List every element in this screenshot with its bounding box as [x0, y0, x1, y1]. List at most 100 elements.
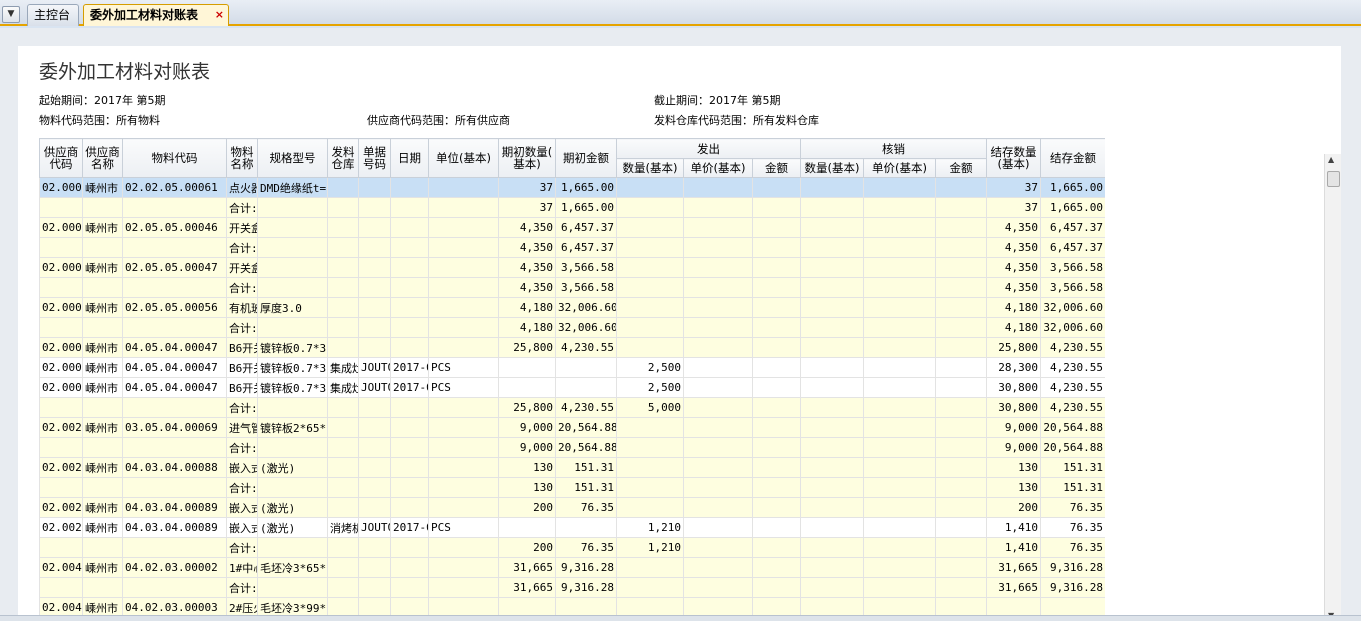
table-row[interactable]: 02.0004嵊州市02.02.05.00061点火器DMD绝缘纸t=371,6… — [39, 177, 1105, 198]
table-cell — [257, 197, 328, 218]
table-cell — [616, 497, 684, 518]
col-bill-no[interactable]: 单据 号码 — [358, 138, 391, 178]
col-writeoff-amt[interactable]: 金额 — [935, 158, 987, 178]
vertical-scrollbar[interactable]: ▲ ▼ — [1324, 154, 1341, 621]
table-cell: 37 — [498, 177, 556, 198]
table-cell — [616, 197, 684, 218]
table-cell — [327, 197, 359, 218]
table-cell — [935, 237, 987, 258]
table-cell: 200 — [986, 497, 1041, 518]
table-cell — [39, 577, 83, 598]
table-row[interactable]: 合计: 130 151.31 130 151.31 — [39, 477, 1105, 498]
table-cell — [122, 197, 227, 218]
table-row[interactable]: 02.0006嵊州市04.05.04.00047B6开关镀锌板0.7*3集成灶J… — [39, 357, 1105, 378]
table-cell: 02.0006 — [39, 357, 83, 378]
col-issue-qty[interactable]: 数量(基本) — [616, 158, 684, 178]
table-cell — [683, 537, 753, 558]
table-row[interactable]: 02.0045嵊州市04.02.03.000021#中心毛坯冷3*65* 31,6… — [39, 557, 1105, 578]
table-cell: 151.31 — [555, 457, 617, 478]
table-cell — [616, 417, 684, 438]
table-row[interactable]: 02.0028嵊州市04.03.04.00089嵌入式(激光)20076.352… — [39, 497, 1105, 518]
table-cell — [327, 497, 359, 518]
table-cell — [800, 397, 864, 418]
table-row[interactable]: 合计: 200 76.35 1,210 1,410 76.35 — [39, 537, 1105, 558]
tab-label: 委外加工材料对账表 — [90, 8, 199, 22]
table-cell — [752, 337, 801, 358]
table-row[interactable]: 02.0006嵊州市02.05.05.00056有机玻厚度3.04,18032,… — [39, 297, 1105, 318]
table-row[interactable]: 02.0006嵊州市04.05.04.00047B6开关镀锌板0.7*3集成灶J… — [39, 377, 1105, 398]
table-cell — [358, 217, 391, 238]
table-cell — [800, 557, 864, 578]
table-cell: 3,566.58 — [555, 277, 617, 298]
table-cell: 镀锌板0.7*3 — [257, 377, 328, 398]
col-end-amt[interactable]: 结存金额 — [1040, 138, 1105, 178]
table-row[interactable]: 合计: 4,180 32,006.60 4,180 32,006.60 — [39, 317, 1105, 338]
table-row[interactable]: 02.0028嵊州市03.05.04.00069进气管镀锌板2*65* 9,000… — [39, 417, 1105, 438]
table-cell: 02.0028 — [39, 457, 83, 478]
col-issue-amt[interactable]: 金额 — [752, 158, 801, 178]
table-cell — [39, 477, 83, 498]
report-grid[interactable]: 供应商 代码 供应商 名称 物料代码 物料 名称 规格型号 发料 仓库 单据 号码 日期 … — [39, 138, 1105, 621]
table-cell — [863, 377, 936, 398]
table-cell: 嵌入式 — [226, 497, 258, 518]
col-spec[interactable]: 规格型号 — [257, 138, 328, 178]
col-issue-price[interactable]: 单价(基本) — [683, 158, 753, 178]
table-row[interactable]: 02.0006嵊州市04.05.04.00047B6开关镀锌板0.7*3 25,8… — [39, 337, 1105, 358]
col-material-code[interactable]: 物料代码 — [122, 138, 227, 178]
table-cell — [327, 397, 359, 418]
close-icon[interactable]: × — [215, 5, 224, 25]
table-cell — [616, 217, 684, 238]
table-cell: 31,665 — [986, 557, 1041, 578]
table-cell — [390, 257, 429, 278]
table-cell: PCS — [428, 517, 499, 538]
table-cell: 1,665.00 — [555, 197, 617, 218]
table-row[interactable]: 合计: 37 1,665.00 37 1,665.00 — [39, 197, 1105, 218]
col-supplier-code[interactable]: 供应商 代码 — [39, 138, 83, 178]
col-material-name[interactable]: 物料 名称 — [226, 138, 258, 178]
table-row[interactable]: 合计: 25,800 4,230.55 5,000 30,800 4,230.55 — [39, 397, 1105, 418]
table-cell — [390, 177, 429, 198]
table-row[interactable]: 合计: 31,665 9,316.28 31,665 9,316.28 — [39, 577, 1105, 598]
col-warehouse[interactable]: 发料 仓库 — [327, 138, 359, 178]
tab-list-dropdown-icon[interactable]: ▼ — [2, 6, 20, 23]
table-cell — [752, 357, 801, 378]
table-cell: 02.0006 — [39, 297, 83, 318]
table-cell: 2017-0 — [390, 357, 429, 378]
tab-outsourcing-report[interactable]: 委外加工材料对账表 × — [83, 4, 229, 26]
col-open-amt[interactable]: 期初金额 — [555, 138, 617, 178]
table-row[interactable]: 合计: 4,350 3,566.58 4,350 3,566.58 — [39, 277, 1105, 298]
tab-console[interactable]: 主控台 — [27, 4, 79, 26]
table-cell — [863, 437, 936, 458]
scrollbar-thumb[interactable] — [1327, 171, 1340, 187]
table-cell — [82, 397, 123, 418]
scroll-up-icon[interactable]: ▲ — [1328, 155, 1334, 164]
col-end-qty[interactable]: 结存数量 (基本) — [986, 138, 1041, 178]
supplier-range: 供应商代码范围：所有供应商 — [367, 114, 510, 127]
table-cell: JOUT0 — [358, 357, 391, 378]
content-panel: 委外加工材料对账表 起始期间：2017年 第5期 截止期间：2017年 第5期 … — [0, 28, 1361, 621]
table-row[interactable]: 02.0028嵊州市04.03.04.00088嵌入式(激光)130151.31… — [39, 457, 1105, 478]
col-unit[interactable]: 单位(基本) — [428, 138, 499, 178]
table-row[interactable]: 合计: 9,000 20,564.88 9,000 20,564.88 — [39, 437, 1105, 458]
col-open-qty[interactable]: 期初数量(基本) — [498, 138, 556, 178]
col-date[interactable]: 日期 — [390, 138, 429, 178]
table-cell — [358, 197, 391, 218]
col-writeoff-price[interactable]: 单价(基本) — [863, 158, 936, 178]
table-cell: 集成灶 — [327, 357, 359, 378]
col-writeoff-qty[interactable]: 数量(基本) — [800, 158, 864, 178]
table-cell — [327, 337, 359, 358]
table-cell: 嵊州市 — [82, 257, 123, 278]
table-row[interactable]: 02.0006嵊州市02.05.05.00046开关盒4,3506,457.37… — [39, 217, 1105, 238]
col-supplier-name[interactable]: 供应商 名称 — [82, 138, 123, 178]
table-cell: 2,500 — [616, 357, 684, 378]
table-cell: 合计: — [226, 437, 258, 458]
table-cell — [358, 457, 391, 478]
table-cell — [390, 457, 429, 478]
table-row[interactable]: 合计: 4,350 6,457.37 4,350 6,457.37 — [39, 237, 1105, 258]
table-body: 02.0004嵊州市02.02.05.00061点火器DMD绝缘纸t=371,6… — [39, 177, 1105, 618]
table-cell: 嵌入式 — [226, 457, 258, 478]
table-row[interactable]: 02.0006嵊州市02.05.05.00047开关盒4,3503,566.58… — [39, 257, 1105, 278]
table-cell — [358, 497, 391, 518]
table-cell — [616, 337, 684, 358]
table-row[interactable]: 02.0028嵊州市04.03.04.00089嵌入式(激光)消烤机JOUT02… — [39, 517, 1105, 538]
